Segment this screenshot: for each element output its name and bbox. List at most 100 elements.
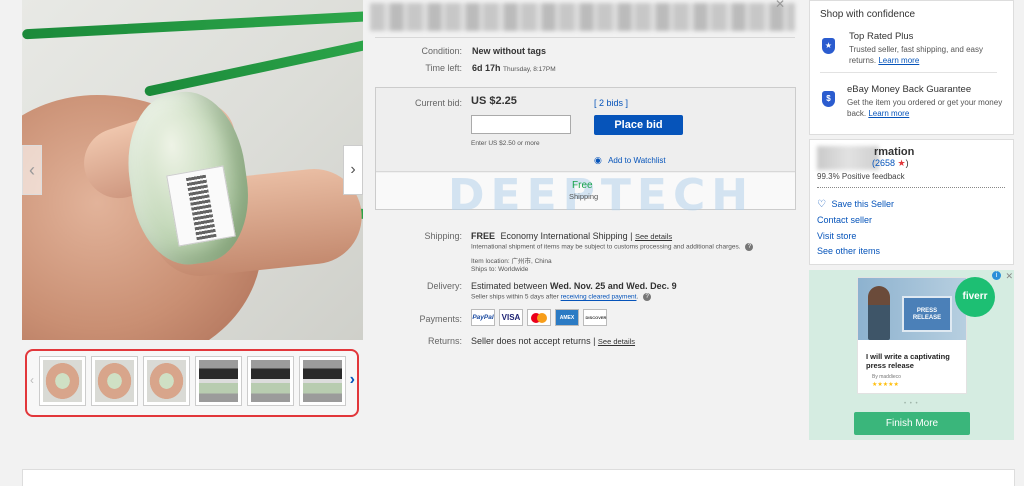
payments-label: Payments:: [419, 314, 462, 324]
ad-info-icon[interactable]: i: [992, 271, 1001, 280]
returns-value: Seller does not accept returns: [471, 336, 591, 346]
shipping-note: International shipment of items may be s…: [471, 243, 754, 251]
leaf-decoration: [22, 10, 363, 40]
thumbnail[interactable]: [247, 356, 294, 406]
previous-image-arrow[interactable]: ‹: [22, 145, 42, 195]
item-title-blurred: [370, 3, 795, 31]
ad-rating-stars: ★★★★★: [872, 382, 899, 388]
visa-logo: VISA: [499, 309, 523, 326]
close-icon: ✕: [775, 0, 786, 11]
divider: [817, 187, 1005, 188]
separator: |: [590, 336, 598, 346]
item-location-row: Item location: 广州市, China: [471, 255, 552, 265]
top-rated-title: Top Rated Plus: [849, 31, 914, 42]
seller-name-blurred: [817, 146, 879, 170]
heart-icon: ♡: [817, 199, 826, 210]
shipping-sub-label: Shipping: [569, 192, 599, 201]
condition-label: Condition:: [421, 46, 462, 56]
ad-carousel-dots[interactable]: • • •: [904, 401, 919, 407]
watchlist-link[interactable]: ◉ Add to Watchlist: [594, 155, 666, 166]
bid-hint: Enter US $2.50 or more: [471, 140, 540, 147]
free-label: Free: [572, 180, 593, 191]
shipping-note-text: International shipment of items may be s…: [471, 243, 741, 251]
item-location-label: Item location:: [471, 258, 510, 265]
watchlist-label: Add to Watchlist: [608, 156, 666, 165]
divider: [375, 37, 795, 38]
star-icon: ★: [897, 158, 906, 168]
separator: |: [627, 231, 635, 241]
eye-icon: ◉: [594, 155, 602, 165]
divider: [820, 72, 997, 73]
shipping-free: FREE: [471, 231, 496, 241]
bids-count-link[interactable]: [ 2 bids ]: [594, 98, 628, 108]
help-icon[interactable]: ?: [643, 293, 652, 301]
returns-see-details-link[interactable]: See details: [598, 337, 635, 346]
leaf-decoration: [143, 33, 363, 97]
shipping-see-details-link[interactable]: See details: [635, 232, 672, 241]
payment-logos: PayPal VISA AMEX DISCOVER: [471, 309, 607, 326]
bid-amount-input[interactable]: [471, 115, 571, 134]
thumbnail[interactable]: [143, 356, 190, 406]
delivery-note-prefix: Seller ships within 5 days after: [471, 293, 561, 301]
thumbnail-strip: ‹ ›: [25, 349, 359, 417]
current-bid-label: Current bid:: [414, 98, 462, 108]
shipping-label: Shipping:: [424, 231, 462, 241]
watermark: DEEPTECH: [448, 170, 755, 221]
ad-photo: PRESS RELEASE: [858, 278, 966, 340]
seller-info-title: rmation: [874, 146, 915, 158]
top-rated-learn-more-link[interactable]: Learn more: [878, 56, 919, 65]
save-seller-link[interactable]: ♡ Save this Seller: [817, 199, 894, 210]
cleared-payment-link[interactable]: receiving cleared payment: [561, 294, 637, 301]
next-image-arrow[interactable]: ›: [343, 145, 363, 195]
mastercard-logo: [527, 309, 551, 326]
finish-more-button[interactable]: Finish More: [854, 412, 970, 435]
contact-seller-link[interactable]: Contact seller: [817, 215, 872, 225]
save-seller-label: Save this Seller: [831, 199, 895, 209]
thumbnails-prev-icon[interactable]: ‹: [30, 373, 34, 387]
ships-to-label: Ships to:: [471, 266, 497, 273]
delivery-note-suffix: .: [636, 293, 639, 301]
current-bid-value: US $2.25: [471, 95, 517, 107]
condition-value: New without tags: [472, 46, 546, 56]
ad-author: By maddieco: [872, 374, 901, 380]
money-back-title: eBay Money Back Guarantee: [847, 84, 972, 95]
top-rated-badge-icon: ★: [822, 38, 835, 54]
fiverr-logo: fiverr: [955, 277, 995, 317]
feedback-close: ): [905, 158, 909, 168]
ad-close-icon[interactable]: ✕: [1005, 271, 1013, 282]
delivery-estimate: Estimated between Wed. Nov. 25 and Wed. …: [471, 281, 677, 291]
bottom-panel: [22, 469, 1015, 486]
shipping-method: Economy International Shipping: [500, 231, 628, 241]
main-product-photo[interactable]: [22, 0, 363, 340]
time-left-value: 6d 17h: [472, 63, 501, 73]
time-left-detail: Thursday, 8:17PM: [503, 66, 556, 73]
money-back-desc: Get the item you ordered or get your mon…: [847, 97, 1007, 119]
money-back-shield-icon: $: [822, 91, 835, 107]
item-location-value: 广州市, China: [511, 258, 552, 265]
thumbnail[interactable]: [91, 356, 138, 406]
place-bid-button[interactable]: Place bid: [594, 115, 683, 135]
ring-tag-image: [166, 165, 236, 247]
feedback-count-link[interactable]: (2658: [872, 158, 895, 168]
money-back-learn-more-link[interactable]: Learn more: [868, 109, 909, 118]
help-icon[interactable]: ?: [745, 243, 754, 251]
feedback-score[interactable]: (2658 ★): [872, 158, 909, 169]
thumbnail[interactable]: [195, 356, 242, 406]
thumbnail[interactable]: [39, 356, 86, 406]
positive-feedback: 99.3% Positive feedback: [817, 172, 905, 181]
visit-store-link[interactable]: Visit store: [817, 231, 856, 241]
time-left-label: Time left:: [425, 63, 462, 73]
delivery-range: Wed. Nov. 25 and Wed. Dec. 9: [550, 281, 677, 291]
ad-board-text: PRESS RELEASE: [902, 296, 952, 332]
delivery-label: Delivery:: [426, 281, 462, 291]
thumbnail[interactable]: [299, 356, 346, 406]
confidence-title: Shop with confidence: [820, 9, 916, 20]
ad-headline: I will write a captivating press release: [866, 352, 950, 370]
delivery-note: Seller ships within 5 days after receivi…: [471, 293, 652, 301]
ships-to-row: Ships to: Worldwide: [471, 266, 528, 273]
paypal-logo: PayPal: [471, 309, 495, 326]
delivery-prefix: Estimated between: [471, 281, 551, 291]
see-other-items-link[interactable]: See other items: [817, 246, 880, 256]
thumbnails-next-icon[interactable]: ›: [350, 371, 355, 389]
discover-logo: DISCOVER: [583, 309, 607, 326]
